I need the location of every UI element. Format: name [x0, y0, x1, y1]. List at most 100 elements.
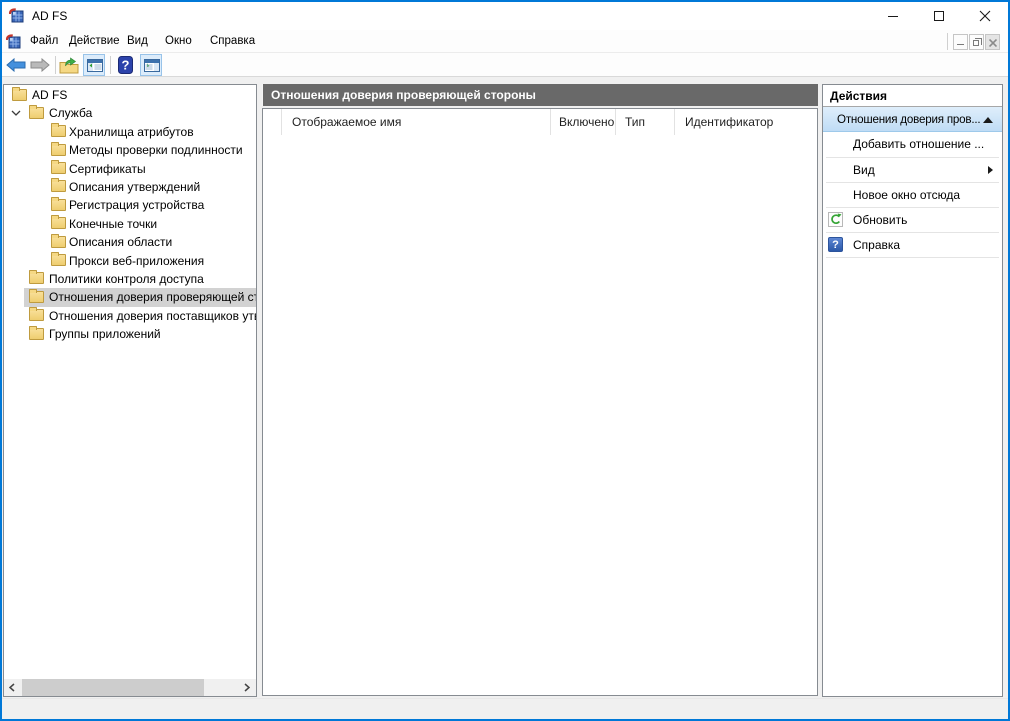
folder-icon: [51, 236, 66, 248]
expanded-chevron-icon[interactable]: [11, 108, 21, 118]
action-add-relying-party-trust[interactable]: Добавить отношение ...: [823, 132, 1002, 157]
submenu-arrow-icon: [988, 166, 993, 174]
window-title: AD FS: [32, 2, 67, 30]
column-display-name[interactable]: Отображаемое имя: [292, 109, 401, 135]
tree-item-claim-descriptions[interactable]: Описания утверждений: [4, 178, 256, 196]
tree-item-claims-provider-trusts[interactable]: Отношения доверия поставщиков утверждени…: [4, 307, 256, 325]
statusbar: [2, 698, 1008, 719]
horizontal-scrollbar[interactable]: [4, 679, 256, 696]
list-column-header: Отображаемое имя Включено Тип Идентифика…: [263, 109, 817, 135]
scrollbar-thumb[interactable]: [22, 679, 204, 696]
column-separator[interactable]: [281, 109, 282, 135]
adfs-console-window: AD FS Файл Действие Вид Окно Справка: [0, 0, 1010, 721]
folder-icon: [51, 144, 66, 156]
folder-icon: [12, 89, 27, 101]
column-identifier[interactable]: Идентификатор: [685, 109, 773, 135]
scroll-left-icon: [9, 683, 15, 692]
actions-section-header[interactable]: Отношения доверия пров...: [823, 107, 1002, 132]
mdi-minimize-icon: [957, 44, 964, 45]
help-button[interactable]: ?: [118, 56, 133, 74]
minimize-button[interactable]: [870, 2, 916, 30]
up-one-level-button[interactable]: [59, 57, 79, 74]
menu-help[interactable]: Справка: [210, 30, 255, 52]
folder-icon: [51, 254, 66, 266]
tree-item-access-control-policies[interactable]: Политики контроля доступа: [4, 270, 256, 288]
folder-icon: [51, 162, 66, 174]
mdi-restore-icon: [973, 40, 979, 46]
column-separator[interactable]: [550, 109, 551, 135]
close-icon: [979, 10, 991, 22]
maximize-button[interactable]: [916, 2, 962, 30]
tree-item-adfs[interactable]: AD FS: [4, 86, 256, 104]
folder-icon: [29, 328, 44, 340]
actions-separator: [826, 257, 999, 258]
mdi-separator: [947, 33, 948, 50]
actions-title: Действия: [823, 85, 1002, 107]
console-tree-icon: [87, 59, 103, 72]
scroll-right-button[interactable]: [239, 679, 256, 696]
mdi-restore-button[interactable]: [969, 34, 984, 50]
action-refresh[interactable]: Обновить: [823, 208, 1002, 232]
tree-item-web-application-proxy[interactable]: Прокси веб-приложения: [4, 252, 256, 270]
mdi-minimize-button[interactable]: [953, 34, 968, 50]
tree: AD FS Служба Хранилища атрибутов Методы …: [4, 86, 256, 343]
tree-item-service[interactable]: Служба: [4, 104, 256, 122]
help-icon: ?: [828, 237, 843, 252]
tree-item-relying-party-trusts[interactable]: Отношения доверия проверяющей стороны: [4, 288, 256, 306]
close-button[interactable]: [962, 2, 1008, 30]
column-separator[interactable]: [674, 109, 675, 135]
results-list: Отображаемое имя Включено Тип Идентифика…: [262, 108, 818, 696]
tree-item-attribute-stores[interactable]: Хранилища атрибутов: [4, 123, 256, 141]
action-view[interactable]: Вид: [823, 158, 1002, 182]
titlebar: AD FS: [2, 2, 1008, 30]
action-help[interactable]: ? Справка: [823, 233, 1002, 257]
tree-item-scope-descriptions[interactable]: Описания области: [4, 233, 256, 251]
actions-panel: Действия Отношения доверия пров... Добав…: [822, 84, 1003, 697]
menu-window[interactable]: Окно: [165, 30, 192, 52]
collapse-icon[interactable]: [983, 117, 993, 123]
tree-item-endpoints[interactable]: Конечные точки: [4, 215, 256, 233]
folder-icon: [29, 272, 44, 284]
console-icon: [5, 33, 21, 49]
back-button[interactable]: [6, 58, 26, 72]
menu-file[interactable]: Файл: [30, 30, 58, 52]
minimize-icon: [888, 16, 898, 17]
action-new-window[interactable]: Новое окно отсюда: [823, 183, 1002, 207]
folder-icon: [29, 309, 44, 321]
tree-item-application-groups[interactable]: Группы приложений: [4, 325, 256, 343]
menu-view[interactable]: Вид: [127, 30, 148, 52]
show-hide-console-tree-button[interactable]: [83, 54, 105, 76]
show-hide-action-pane-button[interactable]: [140, 54, 162, 76]
column-enabled[interactable]: Включено: [559, 109, 614, 135]
scroll-right-icon: [244, 683, 250, 692]
tree-item-authentication-methods[interactable]: Методы проверки подлинности: [4, 141, 256, 159]
scroll-left-button[interactable]: [4, 679, 21, 696]
maximize-icon: [934, 11, 944, 21]
app-icon: [8, 7, 24, 23]
column-type[interactable]: Тип: [625, 109, 645, 135]
action-pane-icon: [144, 59, 160, 72]
svg-text:?: ?: [122, 58, 130, 73]
forward-button[interactable]: [30, 58, 50, 72]
view-title: Отношения доверия проверяющей стороны: [271, 84, 536, 106]
folder-icon: [51, 180, 66, 192]
folder-icon: [29, 107, 44, 119]
toolbar-separator: [55, 56, 56, 74]
mdi-close-icon: [989, 39, 997, 47]
view-header: Отношения доверия проверяющей стороны: [262, 84, 818, 106]
toolbar: ?: [2, 53, 1008, 77]
toolbar-separator-2: [110, 56, 111, 74]
refresh-icon: [828, 212, 843, 227]
column-separator[interactable]: [615, 109, 616, 135]
tree-item-certificates[interactable]: Сертификаты: [4, 160, 256, 178]
actions-section-label: Отношения доверия пров...: [837, 113, 980, 126]
folder-icon: [51, 125, 66, 137]
menubar: Файл Действие Вид Окно Справка: [2, 30, 1008, 53]
folder-icon: [51, 217, 66, 229]
folder-icon: [51, 199, 66, 211]
menu-action[interactable]: Действие: [69, 30, 120, 52]
tree-item-device-registration[interactable]: Регистрация устройства: [4, 196, 256, 214]
mdi-close-button[interactable]: [985, 34, 1000, 50]
console-tree-panel: AD FS Служба Хранилища атрибутов Методы …: [3, 84, 257, 697]
folder-icon: [29, 291, 44, 303]
